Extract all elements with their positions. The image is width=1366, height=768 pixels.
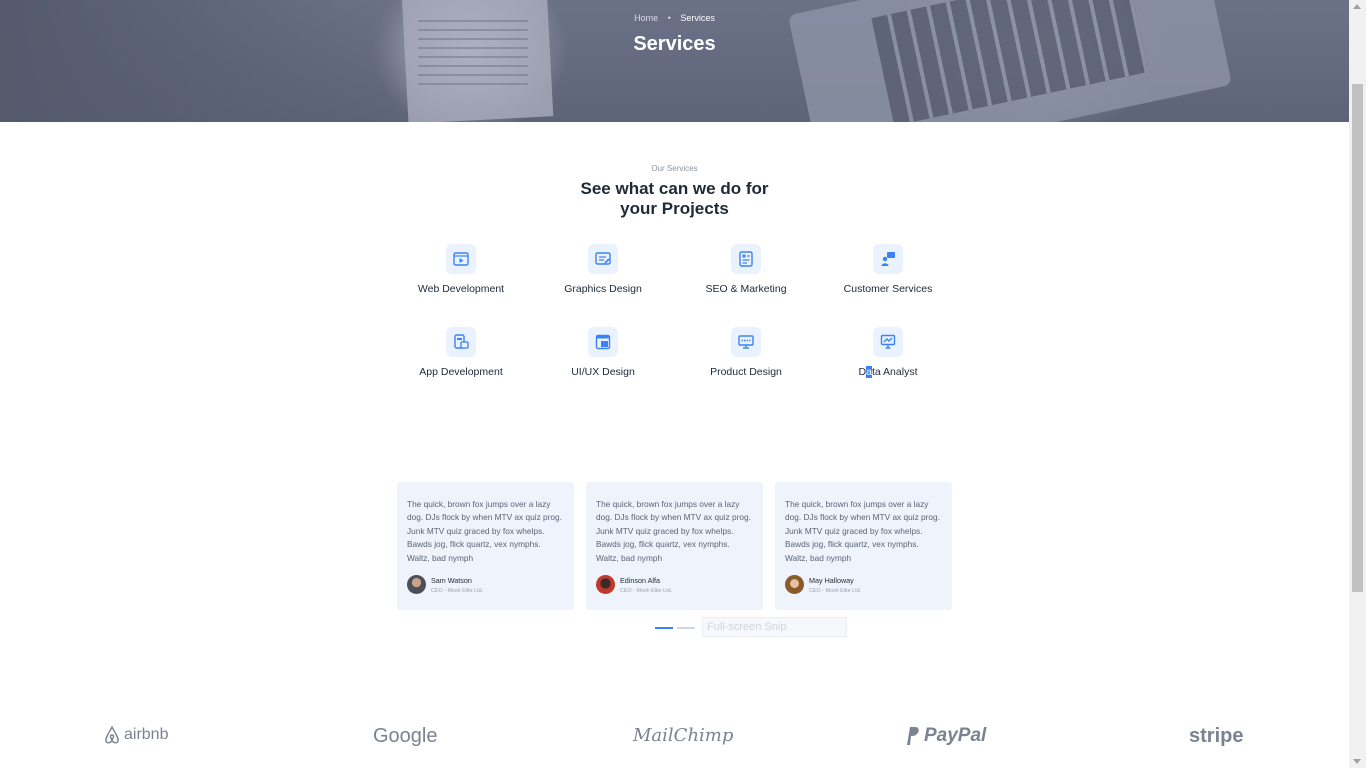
testimonial-author: Edinson Alfa CEO - Mosh Elite Ltd. (596, 575, 672, 594)
service-label: App Development (419, 366, 503, 378)
service-ui-ux-design[interactable]: UI/UX Design (538, 327, 668, 378)
service-label: Product Design (710, 366, 782, 378)
page-title: Services (633, 33, 716, 55)
logo-paypal: PayPal (904, 725, 986, 747)
breadcrumb: Home • Services (0, 13, 1349, 23)
logo-mailchimp: MailChimp (633, 725, 734, 746)
carousel-dot-1[interactable] (655, 627, 673, 629)
author-role: CEO - Mosh Elite Ltd. (620, 587, 673, 594)
service-app-development[interactable]: App Development (396, 327, 526, 378)
carousel-dot-2[interactable] (677, 627, 695, 629)
testimonial-card: The quick, brown fox jumps over a lazy d… (775, 482, 952, 610)
snip-overlay-tooltip: Full-screen Snip (702, 617, 847, 637)
service-customer-services[interactable]: Customer Services (823, 244, 953, 295)
service-label: Graphics Design (564, 283, 642, 295)
breadcrumb-separator: • (667, 13, 671, 23)
service-graphics-design[interactable]: Graphics Design (538, 244, 668, 295)
author-name: May Halloway (809, 575, 854, 585)
author-role: CEO - Mosh Elite Ltd. (809, 587, 862, 594)
carousel-pagination (655, 627, 695, 629)
service-label: SEO & Marketing (705, 283, 787, 295)
testimonial-quote: The quick, brown fox jumps over a lazy d… (596, 499, 751, 563)
service-product-design[interactable]: Product Design (681, 327, 811, 378)
avatar (785, 575, 804, 594)
avatar (407, 575, 426, 594)
chart-board-icon (873, 327, 903, 357)
service-web-development[interactable]: Web Development (396, 244, 526, 295)
section-title: See what can we do for your Projects (580, 179, 769, 218)
service-data-analyst[interactable]: Data Analyst (823, 327, 953, 378)
avatar (596, 575, 615, 594)
design-board-icon (588, 244, 618, 274)
testimonial-author: May Halloway CEO - Mosh Elite Ltd. (785, 575, 861, 594)
airbnb-icon (105, 725, 119, 744)
breadcrumb-home-link[interactable]: Home (634, 13, 658, 23)
service-label: UI/UX Design (571, 366, 635, 378)
scrollbar-thumb[interactable] (1352, 84, 1363, 592)
service-label: Data Analyst (858, 366, 918, 378)
layout-icon (588, 327, 618, 357)
author-name: Edinson Alfa (620, 575, 660, 585)
logo-stripe: stripe (1189, 725, 1244, 747)
page-scrollbar[interactable] (1349, 0, 1366, 768)
testimonial-card: The quick, brown fox jumps over a lazy d… (397, 482, 574, 610)
scroll-up-icon[interactable] (1353, 4, 1361, 9)
testimonial-quote: The quick, brown fox jumps over a lazy d… (407, 499, 562, 563)
video-browser-icon (446, 244, 476, 274)
service-label: Web Development (417, 283, 505, 295)
author-role: CEO - Mosh Elite Ltd. (431, 587, 484, 594)
breadcrumb-current: Services (680, 13, 715, 23)
testimonial-quote: The quick, brown fox jumps over a lazy d… (785, 499, 940, 563)
scroll-down-icon[interactable] (1353, 759, 1361, 764)
logo-google: Google (373, 725, 438, 747)
testimonial-author: Sam Watson CEO - Mosh Elite Ltd. (407, 575, 483, 594)
app-window-icon (446, 327, 476, 357)
service-seo-marketing[interactable]: SEO & Marketing (681, 244, 811, 295)
author-name: Sam Watson (431, 575, 472, 585)
support-chat-icon (873, 244, 903, 274)
section-eyebrow: Our Services (651, 164, 698, 173)
monitor-icon (731, 327, 761, 357)
logo-airbnb: airbnb (103, 725, 168, 745)
seo-report-icon (731, 244, 761, 274)
testimonial-card: The quick, brown fox jumps over a lazy d… (586, 482, 763, 610)
paypal-icon (907, 727, 919, 745)
service-label: Customer Services (843, 283, 933, 295)
